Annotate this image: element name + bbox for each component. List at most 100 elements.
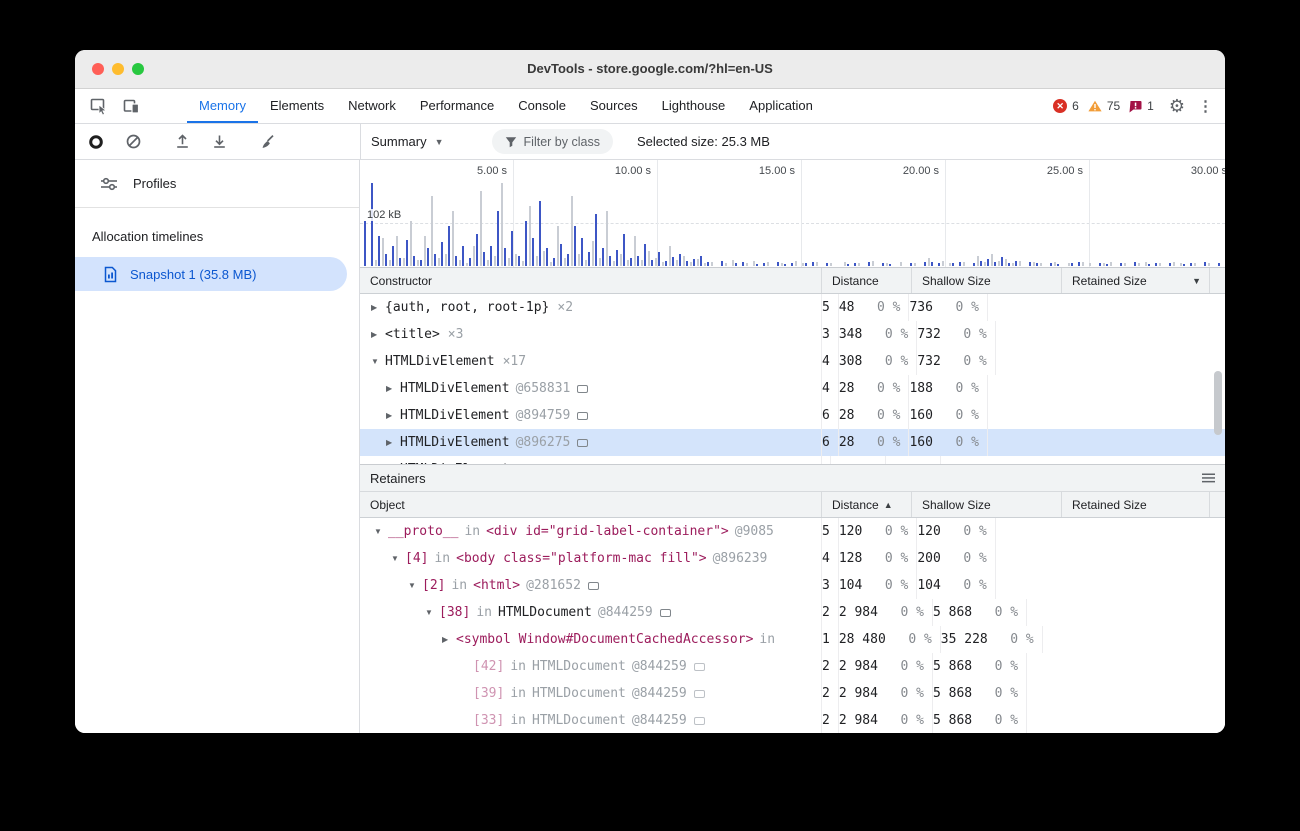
freed-allocation-bar (753, 261, 755, 266)
tab-elements[interactable]: Elements (258, 89, 336, 123)
constructor-row[interactable]: ▶HTMLDivElement@6588314280 %1880 % (360, 375, 1225, 402)
constructor-row[interactable]: ▶HTMLDivElement (360, 456, 1225, 464)
retainer-row[interactable]: ▼[2]in<html>@28165231040 %1040 % (360, 572, 1225, 599)
constructor-row[interactable]: ▶HTMLDivElement@8962756280 %1600 % (360, 429, 1225, 456)
live-allocation-bar (1099, 263, 1101, 266)
row-gutter (1043, 626, 1058, 653)
live-allocation-bar (630, 258, 632, 266)
freed-allocation-bar (697, 259, 699, 266)
expander-expanded-icon[interactable]: ▼ (408, 581, 422, 590)
freed-allocation-bar (1082, 262, 1084, 266)
allocation-timeline-overview[interactable]: 102 kB 5.00 s10.00 s15.00 s20.00 s25.00 … (360, 160, 1225, 268)
column-header-distance[interactable]: Distance (822, 268, 912, 293)
column-header-shallow-size[interactable]: Shallow Size (912, 268, 1062, 293)
zoom-button[interactable] (132, 63, 144, 75)
inspect-element-icon[interactable] (86, 93, 112, 119)
retainer-row[interactable]: [39]inHTMLDocument@84425922 9840 %5 8680… (360, 680, 1225, 707)
column-header-distance[interactable]: Distance▲ (822, 492, 912, 517)
row-gutter (1027, 599, 1042, 626)
constructor-row[interactable]: ▶HTMLDivElement@8947596280 %1600 % (360, 402, 1225, 429)
retainer-row[interactable]: ▼[4]in<body class="platform-mac fill">@8… (360, 545, 1225, 572)
live-allocation-bar (707, 262, 709, 266)
reveal-element-icon[interactable] (694, 717, 705, 725)
expander-expanded-icon[interactable]: ▼ (371, 357, 385, 366)
constructor-row[interactable]: ▶{auth, root, root-1p}×25480 %7360 % (360, 294, 1225, 321)
constructor-row[interactable]: ▼HTMLDivElement×1743080 %7320 % (360, 348, 1225, 375)
reveal-element-icon[interactable] (660, 609, 671, 617)
issues-badge[interactable]: 1 (1129, 99, 1154, 113)
settings-gear-icon[interactable]: ⚙ (1169, 97, 1185, 115)
tab-performance[interactable]: Performance (408, 89, 506, 123)
tab-sources[interactable]: Sources (578, 89, 650, 123)
record-heap-icon[interactable] (83, 129, 109, 155)
close-button[interactable] (92, 63, 104, 75)
filter-by-class-input[interactable]: Filter by class (492, 129, 613, 154)
collect-garbage-icon[interactable] (254, 129, 280, 155)
scale-label: 102 kB (365, 209, 403, 221)
retainer-row[interactable]: ▼[38]inHTMLDocument@84425922 9840 %5 868… (360, 599, 1225, 626)
retainer-in-keyword: in (464, 524, 480, 539)
column-header-shallow-size[interactable]: Shallow Size (912, 492, 1062, 517)
shallow-size-cell-percent: 0 % (878, 713, 924, 728)
distance-value: 4 (822, 551, 830, 566)
expander-collapsed-icon[interactable]: ▶ (386, 438, 400, 447)
instance-count: ×2 (557, 300, 573, 315)
column-header-constructor[interactable]: Constructor (360, 268, 822, 293)
live-allocation-bar (385, 254, 387, 266)
minimize-button[interactable] (112, 63, 124, 75)
expander-collapsed-icon[interactable]: ▶ (371, 303, 385, 312)
expander-collapsed-icon[interactable]: ▶ (386, 411, 400, 420)
expander-expanded-icon[interactable]: ▼ (425, 608, 439, 617)
retainer-row[interactable]: ▼__proto__in<div id="grid-label-containe… (360, 518, 1225, 545)
tab-application[interactable]: Application (737, 89, 825, 123)
retainer-row[interactable]: [42]inHTMLDocument@84425922 9840 %5 8680… (360, 653, 1225, 680)
freed-allocation-bar (389, 260, 391, 266)
reveal-element-icon[interactable] (694, 690, 705, 698)
reveal-element-icon[interactable] (588, 582, 599, 590)
row-gutter (1027, 680, 1042, 707)
expander-expanded-icon[interactable]: ▼ (374, 527, 388, 536)
perspective-select[interactable]: Summary ▼ (363, 134, 452, 149)
live-allocation-bar (378, 236, 380, 266)
distance-value: 2 (822, 605, 830, 620)
reveal-element-icon[interactable] (577, 439, 588, 447)
freed-allocation-bar (375, 260, 377, 266)
device-toolbar-icon[interactable] (118, 93, 144, 119)
expander-collapsed-icon[interactable]: ▶ (386, 384, 400, 393)
expander-expanded-icon[interactable]: ▼ (391, 554, 405, 563)
retainer-row[interactable]: [33]inHTMLDocument@84425922 9840 %5 8680… (360, 707, 1225, 733)
vertical-scrollbar-thumb[interactable] (1214, 371, 1222, 435)
column-header-retained-size[interactable]: Retained Size▼ (1062, 268, 1210, 293)
freed-allocation-bar (1033, 262, 1035, 266)
more-options-icon[interactable]: ⋮ (1198, 97, 1213, 115)
load-profile-icon[interactable] (169, 129, 195, 155)
expander-collapsed-icon[interactable]: ▶ (442, 635, 456, 644)
tab-network[interactable]: Network (336, 89, 408, 123)
live-allocation-bar (455, 256, 457, 266)
sidebar-item-snapshot-1[interactable]: Snapshot 1 (35.8 MB) (75, 257, 347, 291)
column-header-object[interactable]: Object (360, 492, 822, 517)
clear-profiles-icon[interactable] (120, 129, 146, 155)
reveal-element-icon[interactable] (577, 412, 588, 420)
tab-lighthouse[interactable]: Lighthouse (650, 89, 738, 123)
retainers-menu-icon[interactable] (1202, 473, 1215, 483)
retainer-row[interactable]: ▶<symbol Window#DocumentCachedAccessor>i… (360, 626, 1225, 653)
freed-allocation-bar (844, 262, 846, 266)
freed-allocation-bar (557, 226, 559, 266)
live-allocation-bar (658, 252, 660, 266)
column-header-retained-size[interactable]: Retained Size (1062, 492, 1210, 517)
reveal-element-icon[interactable] (577, 385, 588, 393)
error-badge[interactable]: ✕ 6 (1053, 99, 1079, 113)
profiles-header[interactable]: Profiles (75, 160, 359, 208)
retained-size-cell-percent: 0 % (933, 300, 979, 315)
tab-memory[interactable]: Memory (187, 89, 258, 123)
reveal-element-icon[interactable] (694, 663, 705, 671)
expander-collapsed-icon[interactable]: ▶ (371, 330, 385, 339)
warning-badge[interactable]: 75 (1088, 99, 1120, 113)
save-profile-icon[interactable] (206, 129, 232, 155)
constructor-row[interactable]: ▶<title>×333480 %7320 % (360, 321, 1225, 348)
shallow-size-cell-percent: 0 % (854, 408, 900, 423)
live-allocation-bar (518, 256, 520, 266)
tab-console[interactable]: Console (506, 89, 578, 123)
live-allocation-bar (371, 183, 373, 266)
